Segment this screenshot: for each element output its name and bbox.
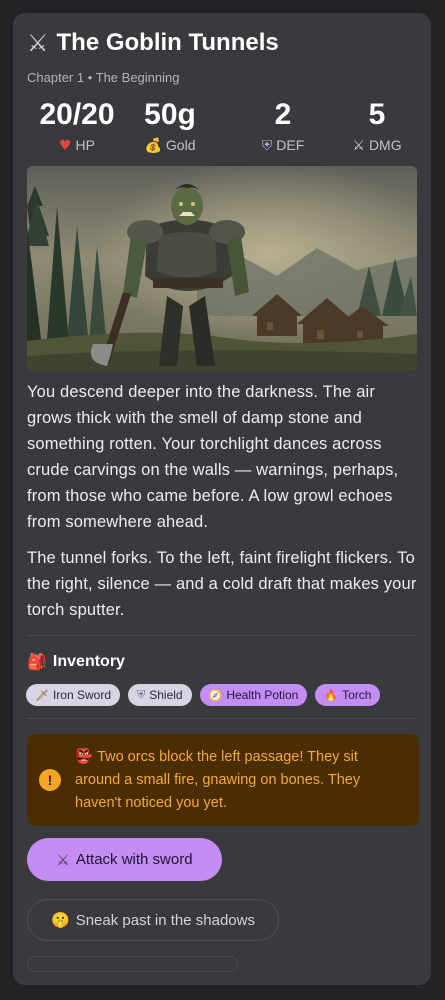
stat-def-label: DEF [276, 137, 305, 153]
stat-gold-value: 50g [144, 98, 196, 131]
inventory-item-label: Iron Sword [52, 688, 111, 702]
alert-text: Two orcs block the left passage! They si… [75, 749, 361, 811]
inventory-heading: 🎒 Inventory [27, 652, 125, 671]
story-text: You descend deeper into the darkness. Th… [27, 379, 419, 633]
stat-dmg-label: DMG [368, 137, 402, 153]
warning-icon: ! [39, 769, 61, 791]
fire-icon: 🔥 [324, 688, 339, 702]
compass-icon: 🧭 [208, 688, 223, 702]
story-card: ⚔ The Goblin Tunnels Chapter 1 • The Beg… [13, 13, 431, 985]
inventory-item-iron-sword[interactable]: 🗡 Iron Sword [26, 684, 120, 706]
sneak-button-label: Sneak past in the shadows [75, 911, 255, 929]
scene-illustration [27, 166, 417, 371]
attack-button-label: Attack with sword [75, 851, 193, 868]
inventory-list: 🗡 Iron Sword ⛨ Shield 🧭 Health Potion 🔥 … [26, 684, 381, 706]
dagger-icon: 🗡 [35, 688, 49, 702]
alert-text-block: 👺 Two orcs block the left passage! They s… [75, 746, 397, 815]
inventory-item-shield[interactable]: ⛨ Shield [128, 684, 192, 706]
inventory-item-health-potion[interactable]: 🧭 Health Potion [199, 684, 308, 706]
partially-visible-option-button[interactable] [27, 956, 238, 972]
inventory-item-torch[interactable]: 🔥 Torch [315, 684, 381, 706]
crossed-swords-icon: ⚔ [27, 29, 49, 57]
stat-gold-label: Gold [165, 137, 196, 153]
inventory-item-label: Torch [342, 688, 372, 702]
inventory-title: Inventory [52, 652, 125, 670]
story-paragraph: You descend deeper into the darkness. Th… [27, 383, 399, 531]
stat-hp-label: HP [75, 137, 95, 153]
orc-warrior-village-image [27, 166, 417, 371]
stat-dmg-value: 5 [368, 98, 386, 131]
divider [27, 635, 417, 636]
divider [27, 718, 417, 719]
encounter-alert: ! 👺 Two orcs block the left passage! They… [27, 734, 419, 826]
stat-hp-value: 20/20 [39, 98, 115, 131]
page-title: ⚔ The Goblin Tunnels [27, 27, 421, 59]
attack-button[interactable]: ⚔ Attack with sword [27, 838, 222, 881]
shield-icon: ⛨ [137, 688, 146, 701]
chapter-subtitle: Chapter 1 • The Beginning [27, 70, 180, 85]
stat-gold: 50g 💰 Gold [120, 97, 220, 154]
stat-dmg: 5 ⚔ DMG [327, 97, 427, 154]
stat-def: 2 ⛨ DEF [233, 97, 333, 154]
heart-icon: ♥ [58, 138, 72, 154]
shield-icon: ⛨ [261, 138, 273, 154]
goblin-icon: 👺 [75, 749, 94, 765]
inventory-item-label: Shield [149, 688, 183, 702]
money-bag-icon: 💰 [144, 138, 162, 154]
backpack-icon: 🎒 [27, 652, 47, 671]
sneak-button[interactable]: 🤫 Sneak past in the shadows [27, 899, 279, 941]
inventory-item-label: Health Potion [226, 688, 299, 702]
stats-bar: 20/20 ♥ HP 50g 💰 Gold 2 ⛨ DEF 5 ⚔ DMG [27, 97, 417, 157]
shushing-face-icon: 🤫 [51, 911, 70, 929]
stat-def-value: 2 [274, 98, 292, 131]
title-text: The Goblin Tunnels [56, 29, 279, 56]
story-paragraph: The tunnel forks. To the left, faint fir… [27, 549, 417, 619]
crossed-swords-icon: ⚔ [56, 850, 70, 869]
stat-hp: 20/20 ♥ HP [27, 97, 127, 154]
crossed-swords-icon: ⚔ [352, 138, 365, 154]
